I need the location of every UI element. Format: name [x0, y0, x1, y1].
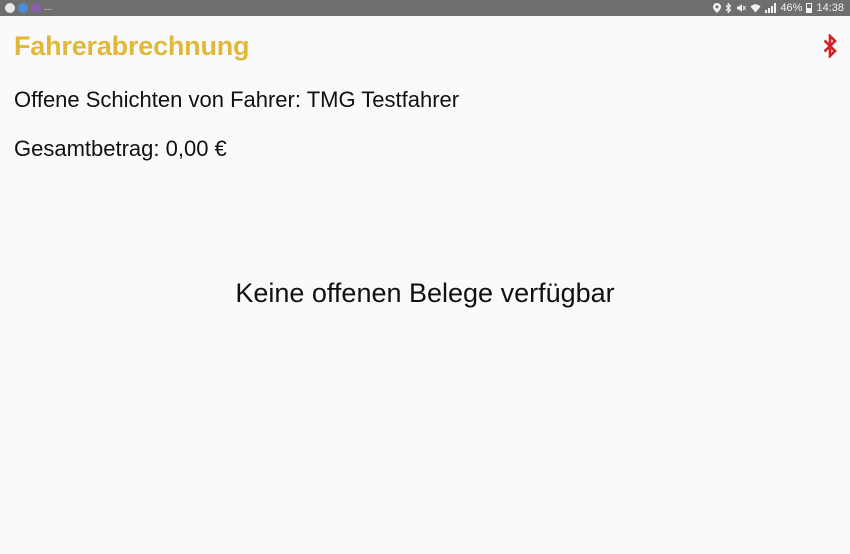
battery-percent: 46%: [780, 2, 803, 14]
bluetooth-icon[interactable]: [822, 34, 838, 58]
notification-icon: [5, 3, 15, 13]
battery-icon: [806, 3, 813, 13]
status-bar-left: ...: [5, 0, 52, 16]
open-shifts-label: Offene Schichten von Fahrer: TMG Testfah…: [14, 87, 460, 112]
status-bar-right: 46% 14:38: [713, 0, 844, 16]
bluetooth-icon: [726, 3, 732, 13]
app-icon-2: [31, 3, 41, 13]
page-title: Fahrerabrechnung: [14, 31, 250, 61]
empty-state-message: Keine offenen Belege verfügbar: [235, 278, 615, 308]
wifi-icon: [750, 4, 761, 13]
location-icon: [713, 3, 722, 13]
app-icon: [18, 3, 28, 13]
clock: 14:38: [816, 2, 844, 14]
status-overflow: ...: [44, 2, 53, 13]
status-bar: ... 46% 14:38: [0, 0, 850, 16]
signal-icon: [765, 3, 777, 13]
mute-icon: [737, 4, 747, 12]
total-amount-label: Gesamtbetrag: 0,00 €: [14, 136, 227, 161]
